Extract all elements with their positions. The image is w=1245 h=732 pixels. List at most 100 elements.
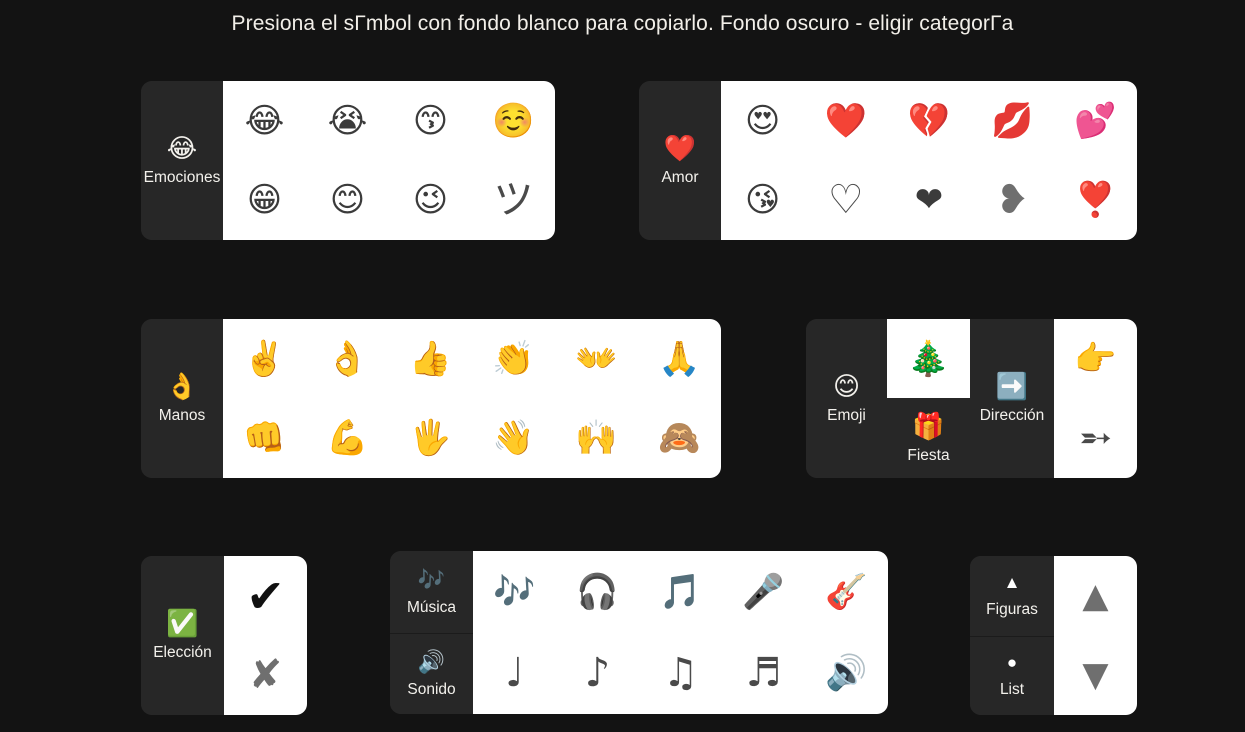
triangle-up-icon: ▲: [1003, 573, 1021, 592]
symbol-cell[interactable]: 💋: [971, 81, 1054, 161]
category-label: Sonido: [407, 680, 456, 698]
category-card-eleccion: ✅ Elección ✔ ✘: [141, 556, 307, 715]
symbol-grid-fiesta: 🎄: [887, 319, 970, 398]
symbol-cell[interactable]: 🎶: [473, 551, 556, 633]
category-button-eleccion[interactable]: ✅ Elección: [141, 556, 224, 715]
category-card-figuras-list: ▲ Figuras ● List ▲ ▼: [970, 556, 1137, 715]
symbol-cell[interactable]: 🙏: [638, 319, 721, 399]
category-label: Dirección: [979, 407, 1045, 425]
symbol-cell[interactable]: ✘: [224, 636, 307, 716]
symbol-cell[interactable]: 😉: [389, 161, 472, 241]
category-panel-column: ❤️ Amor: [639, 81, 721, 240]
symbol-cell[interactable]: 😊: [306, 161, 389, 241]
symbol-grid-emociones: 😂 😭 😙 ☺️ 😁 😊 😉 ツ: [223, 81, 555, 240]
symbol-grid-amor: 😍 ❤️ 💔 💋 💕 😘 ♡ ❤ ❥ ❣️: [721, 81, 1137, 240]
symbol-cell[interactable]: 🙈: [638, 399, 721, 479]
category-card-manos: 👌 Manos ✌️ 👌 👍 👏 👐 🙏 👊 💪 🖐️ 👋 🙌 🙈: [141, 319, 721, 478]
symbol-cell[interactable]: 😙: [389, 81, 472, 161]
symbol-cell[interactable]: ♪: [556, 633, 639, 715]
symbol-cell[interactable]: 💕: [1054, 81, 1137, 161]
category-panel-column: ✅ Elección: [141, 556, 224, 715]
category-label: Música: [406, 598, 457, 616]
category-button-emociones[interactable]: 😂 Emociones: [141, 81, 223, 240]
symbol-cell[interactable]: ▼: [1054, 636, 1137, 716]
symbol-cell[interactable]: 👉: [1054, 319, 1137, 399]
symbol-cell[interactable]: ✔: [224, 556, 307, 636]
symbol-cell[interactable]: ♡: [804, 161, 887, 241]
page-title: Presiona el sΓmbol con fondo blanco para…: [231, 12, 1014, 35]
symbol-grid-musica: 🎶 🎧 🎵 🎤 🎸 ♩ ♪ ♫ ♬ 🔊: [473, 551, 888, 714]
symbol-cell[interactable]: ツ: [472, 161, 555, 241]
symbol-cell[interactable]: ❣️: [1054, 161, 1137, 241]
symbol-cell[interactable]: 🎸: [805, 551, 888, 633]
symbol-cell[interactable]: ♩: [473, 633, 556, 715]
category-label: List: [999, 681, 1025, 698]
symbol-cell[interactable]: 🎧: [556, 551, 639, 633]
category-label: Fiesta: [907, 446, 950, 464]
category-button-fiesta[interactable]: 🎁 Fiesta: [887, 398, 970, 478]
category-panel-column: 😊 Emoji: [806, 319, 887, 478]
category-button-amor[interactable]: ❤️ Amor: [639, 81, 721, 240]
category-panel-column: ▲ Figuras ● List: [970, 556, 1054, 715]
category-button-direccion[interactable]: ➡️ Dirección: [970, 319, 1054, 478]
symbol-cell[interactable]: 👍: [389, 319, 472, 399]
symbol-cell[interactable]: ♫: [639, 633, 722, 715]
symbol-cell[interactable]: ❤️: [804, 81, 887, 161]
category-button-musica[interactable]: 🎶 Música: [390, 551, 473, 633]
symbol-cell[interactable]: 😂: [223, 81, 306, 161]
category-panel-column: ➡️ Dirección: [970, 319, 1054, 478]
category-button-manos[interactable]: 👌 Manos: [141, 319, 223, 478]
category-label: Figuras: [986, 601, 1038, 618]
wrapped-gift-icon: 🎁: [912, 410, 945, 441]
category-panel-column: 👌 Manos: [141, 319, 223, 478]
musical-notes-icon: 🎶: [417, 566, 446, 592]
symbol-cell[interactable]: ❥: [971, 161, 1054, 241]
symbol-cell[interactable]: 😁: [223, 161, 306, 241]
symbol-cell[interactable]: ➵: [1054, 399, 1137, 479]
symbol-cell[interactable]: 😘: [721, 161, 804, 241]
right-arrow-icon: ➡️: [995, 371, 1029, 402]
symbol-cell[interactable]: 😍: [721, 81, 804, 161]
category-label: Amor: [661, 169, 699, 187]
category-label: Manos: [158, 407, 206, 425]
category-button-sonido[interactable]: 🔊 Sonido: [390, 632, 473, 714]
speaker-high-volume-icon: 🔊: [417, 648, 446, 674]
symbol-cell[interactable]: 🎄: [887, 319, 970, 398]
symbol-cell[interactable]: 👐: [555, 319, 638, 399]
category-button-emoji[interactable]: 😊 Emoji: [806, 319, 887, 478]
category-panel-column: 😂 Emociones: [141, 81, 223, 240]
symbol-cell[interactable]: 🎤: [722, 551, 805, 633]
face-with-tears-of-joy-icon: 😂: [166, 133, 198, 164]
category-card-amor: ❤️ Amor 😍 ❤️ 💔 💋 💕 😘 ♡ ❤ ❥ ❣️: [639, 81, 1137, 240]
symbol-cell[interactable]: 🎵: [639, 551, 722, 633]
symbol-cell[interactable]: 💪: [306, 399, 389, 479]
symbol-grid-figuras: ▲ ▼: [1054, 556, 1137, 715]
category-label: Emociones: [143, 169, 221, 187]
symbol-cell[interactable]: 🔊: [805, 633, 888, 715]
symbol-cell[interactable]: ▲: [1054, 556, 1137, 636]
symbol-cell[interactable]: 🖐️: [389, 399, 472, 479]
check-mark-button-icon: ✅: [166, 608, 199, 639]
category-button-figuras[interactable]: ▲ Figuras: [970, 556, 1054, 636]
symbol-cell[interactable]: ☺️: [472, 81, 555, 161]
symbol-cell[interactable]: ❤: [887, 161, 970, 241]
symbol-cell[interactable]: ♬: [722, 633, 805, 715]
symbol-cell[interactable]: 👊: [223, 399, 306, 479]
red-heart-icon: ❤️: [663, 133, 697, 164]
symbol-cell[interactable]: 💔: [887, 81, 970, 161]
filled-circle-icon: ●: [1006, 653, 1018, 672]
smiling-face-icon: 😊: [832, 371, 861, 402]
category-button-list[interactable]: ● List: [970, 635, 1054, 715]
symbol-grid-eleccion: ✔ ✘: [224, 556, 307, 715]
symbol-cell[interactable]: ✌️: [223, 319, 306, 399]
symbol-cell[interactable]: 👌: [306, 319, 389, 399]
symbol-cell[interactable]: 😭: [306, 81, 389, 161]
category-card-emoji-fiesta-direccion: 😊 Emoji 🎄 🎁 Fiesta ➡️ Dirección 👉 ➵: [806, 319, 1137, 478]
category-card-musica-sonido: 🎶 Música 🔊 Sonido 🎶 🎧 🎵 🎤 🎸 ♩ ♪ ♫ ♬ 🔊: [390, 551, 888, 714]
ok-hand-icon: 👌: [165, 371, 199, 402]
symbol-cell[interactable]: 👏: [472, 319, 555, 399]
category-card-emociones: 😂 Emociones 😂 😭 😙 ☺️ 😁 😊 😉 ツ: [141, 81, 555, 240]
symbol-cell[interactable]: 🙌: [555, 399, 638, 479]
symbol-grid-direccion: 👉 ➵: [1054, 319, 1137, 478]
symbol-cell[interactable]: 👋: [472, 399, 555, 479]
